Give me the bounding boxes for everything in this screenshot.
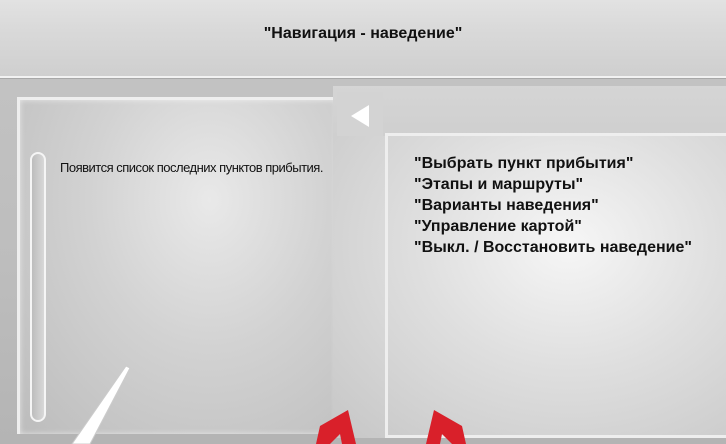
page-title: "Навигация - наведение" xyxy=(263,25,463,42)
callout-arrow-red-right xyxy=(426,410,466,444)
menu-panel-header xyxy=(333,86,726,136)
recent-destinations-info: Появится список последних пунктов прибыт… xyxy=(60,160,323,175)
menu-item-map-control[interactable]: "Управление картой" xyxy=(414,216,714,237)
menu-list: "Выбрать пункт прибытия" "Этапы и маршру… xyxy=(414,153,714,258)
menu-item-stages-routes[interactable]: "Этапы и маршруты" xyxy=(414,174,714,195)
callout-pointer-white xyxy=(71,365,131,444)
menu-panel xyxy=(333,86,726,438)
menu-item-toggle-guidance[interactable]: "Выкл. / Восстановить наведение" xyxy=(414,237,714,258)
back-button[interactable] xyxy=(337,92,383,136)
left-triangle-icon xyxy=(351,105,369,127)
screen-header: "Навигация - наведение" xyxy=(0,0,726,78)
menu-item-select-destination[interactable]: "Выбрать пункт прибытия" xyxy=(414,153,714,174)
menu-item-guidance-options[interactable]: "Варианты наведения" xyxy=(414,195,714,216)
scrollbar[interactable] xyxy=(30,152,46,422)
navigation-screen: "Навигация - наведение" Появится список … xyxy=(0,0,726,444)
callout-arrow-red-left xyxy=(316,410,356,444)
